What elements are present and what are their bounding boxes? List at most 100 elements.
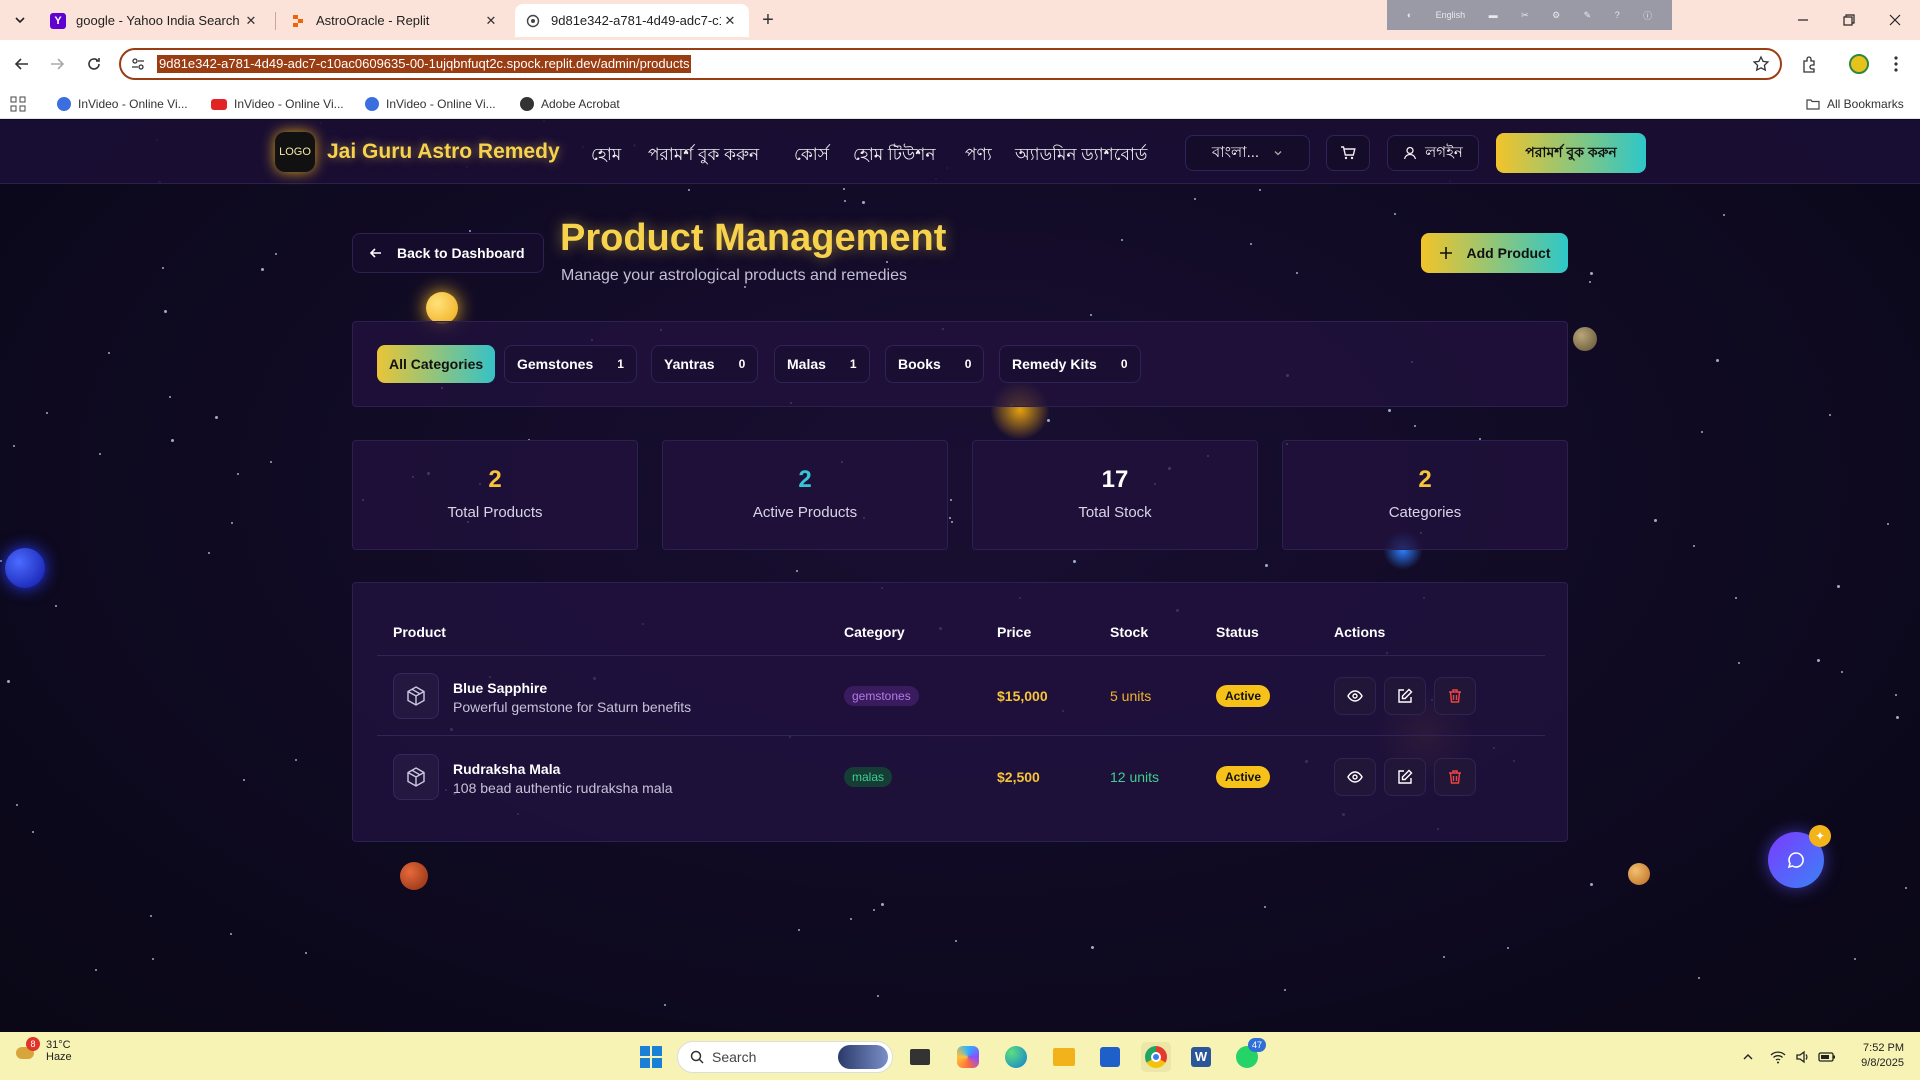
ime-icon[interactable]: ◐ — [1407, 10, 1412, 20]
col-category: Category — [844, 624, 905, 640]
nav-courses[interactable]: কোর্স — [794, 142, 829, 170]
settings-icon[interactable]: ⚙ — [1552, 10, 1560, 21]
category-filter-bar: All Categories Gemstones 1 Yantras 0 Mal… — [352, 321, 1568, 407]
book-consultation-button[interactable]: পরামর্শ বুক করুন — [1496, 133, 1646, 173]
filter-books[interactable]: Books 0 — [885, 345, 985, 383]
bookmark-star-icon[interactable] — [1752, 55, 1770, 73]
bookmark-item[interactable]: InVideo - Online Vi... — [57, 92, 188, 116]
stat-label: Active Products — [752, 504, 858, 521]
copilot-icon[interactable] — [953, 1042, 983, 1072]
bookmark-item[interactable]: InVideo - Online Vi... — [211, 92, 344, 116]
language-label[interactable]: English — [1436, 10, 1466, 20]
product-name: Rudraksha Mala — [453, 761, 561, 777]
star-dot — [873, 909, 875, 911]
language-select[interactable]: বাংলা... — [1185, 135, 1310, 171]
chrome-icon[interactable] — [1141, 1042, 1171, 1072]
reload-button[interactable] — [82, 52, 106, 76]
weather-widget[interactable]: 8 31°C Haze — [14, 1037, 72, 1063]
delete-button[interactable] — [1434, 758, 1476, 796]
forward-button[interactable] — [45, 52, 69, 76]
task-view-icon[interactable] — [905, 1042, 935, 1072]
tab-active-site[interactable]: 9d81e342-a781-4d49-adc7-c10 ✕ — [515, 4, 749, 37]
star-dot — [1841, 671, 1843, 673]
url-text[interactable]: 9d81e342-a781-4d49-adc7-c10ac0609635-00-… — [157, 55, 692, 73]
minimize-button[interactable] — [1780, 0, 1826, 40]
star-dot — [164, 310, 167, 313]
taskbar-search[interactable]: Search — [677, 1041, 893, 1073]
back-label: Back to Dashboard — [397, 245, 525, 261]
star-dot — [295, 759, 297, 761]
tools-icon[interactable]: ✂ — [1521, 10, 1529, 21]
site-info-icon[interactable] — [131, 57, 145, 71]
store-icon[interactable] — [1095, 1042, 1125, 1072]
star-dot — [469, 230, 471, 232]
nav-products[interactable]: পণ্য — [965, 142, 992, 170]
filter-label: All Categories — [389, 356, 484, 372]
tab-search-button[interactable] — [8, 8, 32, 32]
filter-count: 0 — [1120, 357, 1128, 371]
cart-button[interactable] — [1326, 135, 1370, 171]
star-dot — [1854, 958, 1856, 960]
view-button[interactable] — [1334, 758, 1376, 796]
tab-replit[interactable]: AstroOracle - Replit ✕ — [280, 4, 510, 37]
edit-button[interactable] — [1384, 677, 1426, 715]
nav-book-consultation[interactable]: পরামর্শ বুক করুন — [648, 142, 759, 170]
yahoo-icon: Y — [50, 12, 66, 29]
close-window-button[interactable] — [1872, 0, 1918, 40]
whatsapp-icon[interactable]: 47 — [1232, 1038, 1266, 1072]
address-bar[interactable]: 9d81e342-a781-4d49-adc7-c10ac0609635-00-… — [119, 48, 1782, 80]
back-button[interactable] — [10, 52, 34, 76]
keyboard-icon[interactable]: ▬ — [1489, 10, 1498, 20]
menu-icon[interactable] — [1884, 52, 1908, 76]
star-dot — [1723, 214, 1725, 216]
view-button[interactable] — [1334, 677, 1376, 715]
filter-all-categories[interactable]: All Categories — [377, 345, 496, 383]
login-button[interactable]: লগইন — [1387, 135, 1479, 171]
back-to-dashboard-button[interactable]: Back to Dashboard — [352, 233, 544, 273]
word-icon[interactable]: W — [1186, 1042, 1216, 1072]
info-icon[interactable]: ⓘ — [1643, 9, 1652, 22]
close-tab-icon[interactable]: ✕ — [482, 12, 500, 30]
page-subtitle: Manage your astrological products and re… — [561, 267, 907, 284]
all-bookmarks[interactable]: All Bookmarks — [1806, 92, 1904, 116]
apps-grid-icon[interactable] — [10, 92, 26, 116]
nav-home[interactable]: হোম — [591, 142, 621, 170]
filter-remedy-kits[interactable]: Remedy Kits 0 — [999, 345, 1141, 383]
restore-button[interactable] — [1826, 0, 1872, 40]
battery-icon[interactable] — [1816, 1046, 1838, 1068]
chat-bubble-icon — [1787, 852, 1804, 869]
add-product-button[interactable]: Add Product — [1421, 233, 1568, 273]
site-logo[interactable]: LOGO — [275, 132, 315, 172]
chevron-up-icon[interactable] — [1737, 1046, 1759, 1068]
system-clock[interactable]: 7:52 PM 9/8/2025 — [1844, 1041, 1904, 1071]
edit-button[interactable] — [1384, 758, 1426, 796]
tab-strip: Y google - Yahoo India Search Re ✕ Astro… — [0, 0, 1920, 40]
nav-admin-dashboard[interactable]: অ্যাডমিন ড্যাশবোর্ড — [1015, 142, 1147, 170]
bookmark-item[interactable]: InVideo - Online Vi... — [365, 92, 496, 116]
restore-icon — [1843, 14, 1855, 26]
close-tab-icon[interactable]: ✕ — [721, 12, 739, 30]
help-icon[interactable]: ? — [1615, 10, 1620, 20]
edge-icon[interactable] — [1001, 1042, 1031, 1072]
bookmark-item[interactable]: Adobe Acrobat — [520, 92, 620, 116]
page-title: Product Management — [560, 217, 947, 259]
filter-gemstones[interactable]: Gemstones 1 — [504, 345, 637, 383]
delete-button[interactable] — [1434, 677, 1476, 715]
extensions-icon[interactable] — [1797, 52, 1821, 76]
filter-malas[interactable]: Malas 1 — [774, 345, 870, 383]
pen-icon[interactable]: ✎ — [1584, 10, 1592, 21]
start-button[interactable] — [636, 1042, 666, 1072]
close-tab-icon[interactable]: ✕ — [242, 12, 260, 30]
brand-name[interactable]: Jai Guru Astro Remedy — [327, 140, 560, 164]
filter-yantras[interactable]: Yantras 0 — [651, 345, 759, 383]
profile-avatar-icon[interactable] — [1847, 52, 1871, 76]
tab-yahoo[interactable]: Y google - Yahoo India Search Re ✕ — [40, 4, 270, 37]
new-tab-button[interactable]: + — [756, 8, 780, 32]
star-dot — [1264, 906, 1266, 908]
star-dot — [1443, 956, 1445, 958]
volume-icon[interactable] — [1792, 1046, 1814, 1068]
nav-home-tuition[interactable]: হোম টিউশন — [853, 142, 936, 170]
file-explorer-icon[interactable] — [1049, 1042, 1079, 1072]
star-dot — [152, 958, 154, 960]
wifi-icon[interactable] — [1767, 1046, 1789, 1068]
